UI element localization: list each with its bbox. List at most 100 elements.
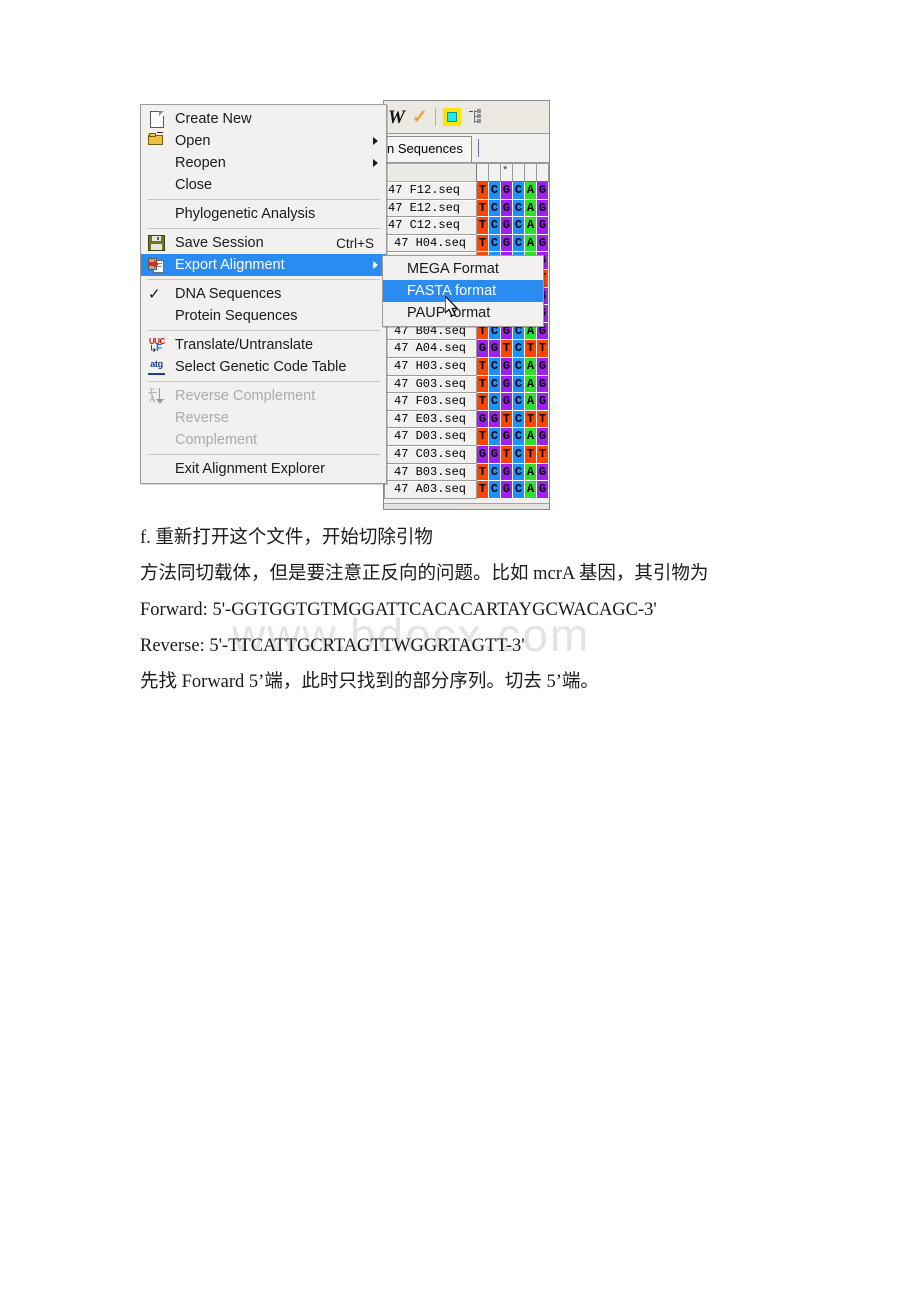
base-cell[interactable]: C <box>513 340 525 358</box>
base-cell[interactable]: C <box>513 357 525 376</box>
header-site-cell[interactable] <box>489 163 501 182</box>
base-cell[interactable]: G <box>489 410 501 429</box>
sequence-row[interactable]: 47 F12.seq T C G C A G <box>384 182 549 200</box>
menu-item-protein-sequences[interactable]: Protein Sequences <box>141 305 386 327</box>
base-cell[interactable]: G <box>501 463 513 482</box>
sequence-name[interactable]: 47 C03.seq <box>384 445 477 464</box>
sequence-row[interactable]: 47 D03.seq T C G C A G <box>384 428 549 446</box>
base-cell[interactable]: A <box>525 357 537 376</box>
sequence-name[interactable]: 47 H04.seq <box>384 234 477 253</box>
base-cell[interactable]: T <box>501 445 513 464</box>
base-cell[interactable]: A <box>525 463 537 482</box>
sequence-row[interactable]: 47 H04.seq T C G C A G <box>384 234 549 253</box>
submenu-item-paup-format[interactable]: PAUP format <box>383 302 543 324</box>
sequence-name[interactable]: 47 F03.seq <box>384 393 477 411</box>
base-cell[interactable]: C <box>489 428 501 446</box>
base-cell[interactable]: C <box>489 217 501 235</box>
base-cell[interactable]: G <box>501 481 513 499</box>
base-cell[interactable]: T <box>477 182 489 200</box>
base-cell[interactable]: A <box>525 234 537 253</box>
base-cell[interactable]: A <box>525 217 537 235</box>
base-cell[interactable]: G <box>501 234 513 253</box>
sequence-name[interactable]: 47 G03.seq <box>384 375 477 394</box>
base-cell[interactable]: C <box>489 481 501 499</box>
base-cell[interactable]: G <box>501 375 513 394</box>
header-site-cell[interactable]: * <box>501 163 513 182</box>
base-cell[interactable]: G <box>537 199 549 218</box>
base-cell[interactable]: A <box>525 393 537 411</box>
base-cell[interactable]: C <box>513 234 525 253</box>
sunburst-icon[interactable] <box>442 108 461 126</box>
base-cell[interactable]: G <box>501 357 513 376</box>
base-cell[interactable]: C <box>513 217 525 235</box>
header-site-cell[interactable] <box>513 163 525 182</box>
sequence-row[interactable]: 47 E12.seq T C G C A G <box>384 199 549 218</box>
base-cell[interactable]: G <box>537 217 549 235</box>
base-cell[interactable]: G <box>501 199 513 218</box>
submenu-item-mega-format[interactable]: MEGA Format <box>383 258 543 280</box>
sequence-row[interactable]: 47 A04.seq G G T C T T <box>384 340 549 358</box>
muscle-icon[interactable]: ✓ <box>412 108 428 127</box>
menu-item-translate-untranslate[interactable]: UUC ↳ F Translate/Untranslate <box>141 334 386 356</box>
base-cell[interactable]: T <box>477 217 489 235</box>
menu-item-exit-alignment-explorer[interactable]: Exit Alignment Explorer <box>141 458 386 480</box>
base-cell[interactable]: G <box>537 234 549 253</box>
menu-item-create-new[interactable]: Create New <box>141 108 386 130</box>
base-cell[interactable]: T <box>477 234 489 253</box>
sequence-name[interactable]: 47 C12.seq <box>384 217 477 235</box>
base-cell[interactable]: G <box>477 410 489 429</box>
base-cell[interactable]: T <box>477 357 489 376</box>
base-cell[interactable]: T <box>537 445 549 464</box>
base-cell[interactable]: C <box>513 481 525 499</box>
base-cell[interactable]: T <box>477 393 489 411</box>
base-cell[interactable]: G <box>501 182 513 200</box>
base-cell[interactable]: T <box>477 375 489 394</box>
base-cell[interactable]: G <box>537 182 549 200</box>
base-cell[interactable]: C <box>489 463 501 482</box>
base-cell[interactable]: G <box>537 481 549 499</box>
sequence-name[interactable]: 47 E03.seq <box>384 410 477 429</box>
base-cell[interactable]: G <box>501 393 513 411</box>
menu-item-open[interactable]: Open <box>141 130 386 152</box>
sequence-row[interactable]: 47 F03.seq T C G C A G <box>384 393 549 411</box>
base-cell[interactable]: G <box>477 445 489 464</box>
base-cell[interactable]: G <box>537 357 549 376</box>
clustalw-icon[interactable]: W <box>388 108 405 127</box>
sequence-name[interactable]: 47 H03.seq <box>384 357 477 376</box>
menu-item-reopen[interactable]: Reopen <box>141 152 386 174</box>
base-cell[interactable]: G <box>489 340 501 358</box>
base-cell[interactable]: C <box>513 182 525 200</box>
base-cell[interactable]: T <box>525 445 537 464</box>
sequence-name[interactable]: 47 E12.seq <box>384 199 477 218</box>
sequence-name[interactable]: 47 A03.seq <box>384 481 477 499</box>
base-cell[interactable]: C <box>489 234 501 253</box>
menu-item-phylogenetic-analysis[interactable]: Phylogenetic Analysis <box>141 203 386 225</box>
base-cell[interactable]: A <box>525 375 537 394</box>
menu-item-save-session[interactable]: Save Session Ctrl+S <box>141 232 386 254</box>
base-cell[interactable]: G <box>537 428 549 446</box>
sequence-row[interactable]: 47 B03.seq T C G C A G <box>384 463 549 482</box>
tree-branch-icon[interactable] <box>468 109 482 125</box>
base-cell[interactable]: G <box>489 445 501 464</box>
base-cell[interactable]: T <box>477 199 489 218</box>
base-cell[interactable]: C <box>489 393 501 411</box>
sequence-name[interactable]: 47 D03.seq <box>384 428 477 446</box>
base-cell[interactable]: C <box>489 357 501 376</box>
base-cell[interactable]: G <box>537 463 549 482</box>
sequence-row[interactable]: 47 H03.seq T C G C A G <box>384 357 549 376</box>
menu-item-dna-sequences[interactable]: ✓ DNA Sequences <box>141 283 386 305</box>
base-cell[interactable]: C <box>513 199 525 218</box>
header-site-cell[interactable] <box>537 163 549 182</box>
sequence-name[interactable]: 47 F12.seq <box>384 182 477 200</box>
base-cell[interactable]: C <box>513 375 525 394</box>
base-cell[interactable]: G <box>477 340 489 358</box>
menu-item-export-alignment[interactable]: Export Alignment <box>141 254 386 276</box>
sequence-row[interactable]: 47 C12.seq T C G C A G <box>384 217 549 235</box>
base-cell[interactable]: C <box>513 393 525 411</box>
base-cell[interactable]: C <box>513 428 525 446</box>
base-cell[interactable]: G <box>501 217 513 235</box>
base-cell[interactable]: A <box>525 428 537 446</box>
base-cell[interactable]: T <box>525 410 537 429</box>
header-site-cell[interactable] <box>477 163 489 182</box>
base-cell[interactable]: C <box>489 182 501 200</box>
